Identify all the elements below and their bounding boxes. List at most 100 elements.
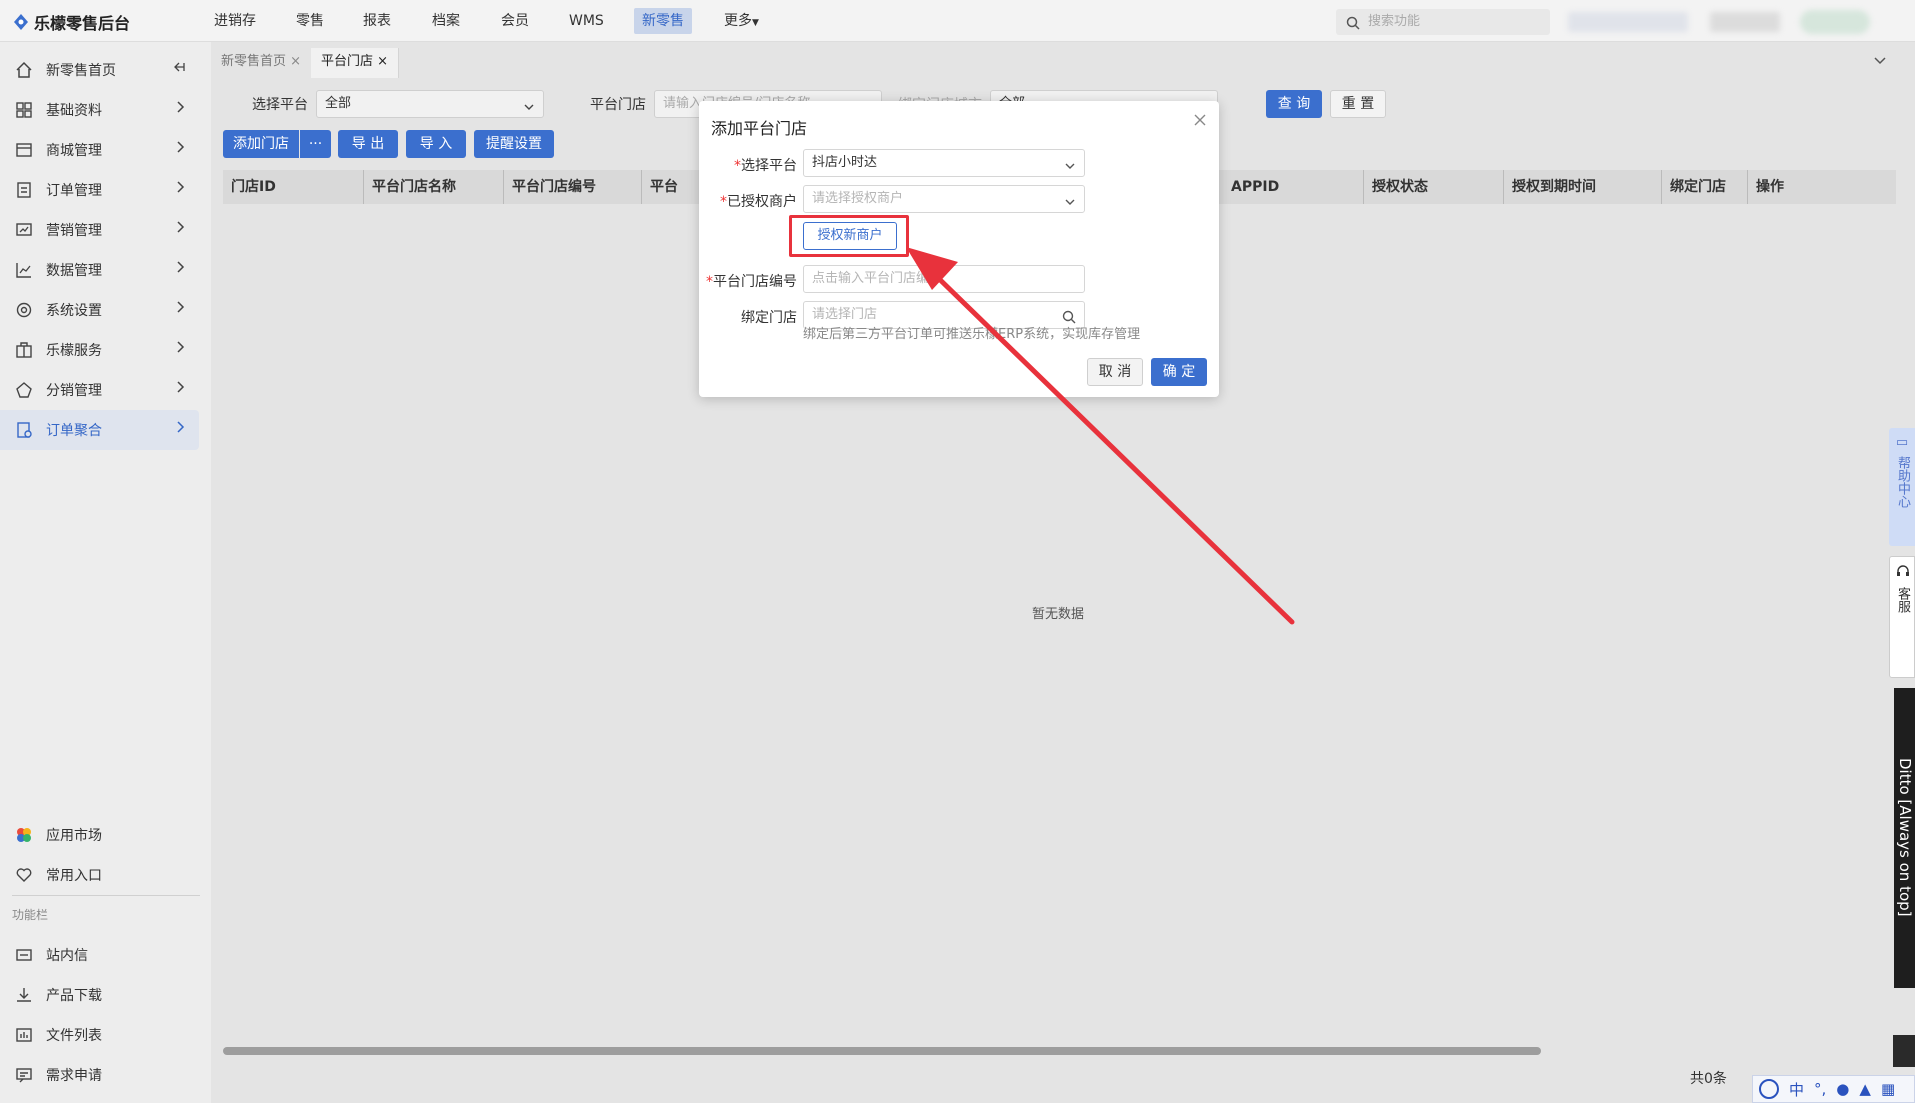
ditto-label: Ditto [Always on top] bbox=[1896, 758, 1914, 917]
annotation-highlight-box bbox=[789, 215, 909, 257]
close-icon[interactable] bbox=[1193, 113, 1207, 131]
grid-icon bbox=[14, 100, 34, 120]
sidebar-item-home[interactable]: 新零售首页 bbox=[0, 50, 211, 90]
sidebar-item-mall[interactable]: 商城管理 bbox=[0, 130, 211, 170]
sidebar-label: 营销管理 bbox=[46, 223, 102, 239]
nav-more-label: 更多 bbox=[724, 13, 752, 29]
more-actions-button[interactable]: ··· bbox=[300, 130, 331, 158]
sidebar-label: 分销管理 bbox=[46, 383, 102, 399]
chevron-right-icon bbox=[175, 260, 185, 278]
nav-jinxiaocun[interactable]: 进销存 bbox=[206, 0, 264, 42]
collapse-sidebar-icon[interactable] bbox=[171, 60, 185, 78]
column-header-auth-expiry: 授权到期时间 bbox=[1503, 170, 1596, 204]
ime-language-label[interactable]: 中 bbox=[1789, 1079, 1804, 1100]
export-button[interactable]: 导 出 bbox=[338, 130, 398, 158]
app-tray-icon[interactable] bbox=[1893, 1035, 1915, 1067]
horizontal-scrollbar[interactable] bbox=[223, 1047, 1541, 1055]
top-tools-blurred[interactable] bbox=[1710, 12, 1780, 32]
sidebar-label: 常用入口 bbox=[46, 868, 102, 884]
remind-settings-button[interactable]: 提醒设置 bbox=[474, 130, 554, 158]
user-avatar-blurred[interactable] bbox=[1800, 10, 1870, 34]
sidebar-item-service[interactable]: 乐檬服务 bbox=[0, 330, 211, 370]
sidebar-item-basic[interactable]: 基础资料 bbox=[0, 90, 211, 130]
sidebar-item-order-aggregate[interactable]: 订单聚合 bbox=[0, 410, 199, 450]
sidebar-label: 数据管理 bbox=[46, 263, 102, 279]
nav-huiyuan[interactable]: 会员 bbox=[493, 0, 537, 42]
platform-filter-select[interactable]: 全部 bbox=[316, 90, 544, 118]
column-header-appid: APPID bbox=[1231, 179, 1280, 195]
ditto-window-tab[interactable]: Ditto [Always on top] bbox=[1894, 688, 1915, 988]
close-icon[interactable]: × bbox=[377, 54, 388, 69]
add-store-button[interactable]: 添加门店 bbox=[223, 130, 299, 158]
sidebar-label: 产品下载 bbox=[46, 988, 102, 1004]
sidebar-item-request[interactable]: 需求申请 bbox=[0, 1055, 211, 1095]
sidebar-item-marketing[interactable]: 营销管理 bbox=[0, 210, 211, 250]
sidebar-label: 乐檬服务 bbox=[46, 343, 102, 359]
column-header-auth-status: 授权状态 bbox=[1363, 170, 1428, 204]
user-info-blurred[interactable] bbox=[1568, 12, 1688, 32]
tab-label: 新零售首页 bbox=[221, 54, 287, 69]
close-icon[interactable]: × bbox=[290, 54, 301, 69]
query-button[interactable]: 查 询 bbox=[1266, 90, 1322, 118]
customer-service-label: 客服 bbox=[1895, 587, 1910, 613]
merchant-field-label: *已授权商户 bbox=[720, 191, 797, 211]
sidebar-item-settings[interactable]: 系统设置 bbox=[0, 290, 211, 330]
column-header-actions: 操作 bbox=[1747, 170, 1784, 204]
app-market-icon bbox=[14, 825, 34, 845]
sidebar-label: 订单聚合 bbox=[46, 423, 102, 439]
microphone-icon[interactable]: ● bbox=[1836, 1080, 1849, 1098]
chevron-down-icon bbox=[1064, 156, 1076, 182]
sidebar-label: 站内信 bbox=[46, 948, 88, 964]
app-logo[interactable]: 乐檬零售后台 bbox=[14, 10, 130, 34]
sidebar-label: 商城管理 bbox=[46, 143, 102, 159]
reset-button[interactable]: 重 置 bbox=[1330, 90, 1386, 118]
help-center-tab[interactable]: ▭ 帮助中心 bbox=[1889, 428, 1915, 546]
store-no-input[interactable]: 点击输入平台门店编号 bbox=[803, 265, 1085, 293]
tab-platform-store[interactable]: 平台门店 × bbox=[311, 48, 400, 78]
nav-baobiao[interactable]: 报表 bbox=[355, 0, 399, 42]
merchant-select-placeholder: 请选择授权商户 bbox=[812, 191, 904, 206]
search-placeholder: 搜索功能 bbox=[1368, 14, 1421, 29]
nav-more[interactable]: 更多▼ bbox=[716, 0, 767, 42]
logo-icon bbox=[14, 14, 28, 30]
nav-dangan[interactable]: 档案 bbox=[424, 0, 468, 42]
chevron-right-icon bbox=[175, 380, 185, 398]
user-icon[interactable]: ▲ bbox=[1859, 1080, 1871, 1098]
sidebar-label: 订单管理 bbox=[46, 183, 102, 199]
tab-label: 平台门店 bbox=[321, 54, 374, 69]
sidebar-item-data[interactable]: 数据管理 bbox=[0, 250, 211, 290]
nav-xinlingshou[interactable]: 新零售 bbox=[634, 8, 692, 34]
nav-wms[interactable]: WMS bbox=[561, 0, 612, 42]
customer-service-tab[interactable]: 客服 bbox=[1889, 556, 1915, 678]
platform-select[interactable]: 抖店小时达 bbox=[803, 149, 1085, 177]
page-tabs: 新零售首页 × 平台门店 × bbox=[211, 48, 1891, 78]
sidebar-label: 需求申请 bbox=[46, 1068, 102, 1084]
cancel-button[interactable]: 取 消 bbox=[1087, 358, 1143, 386]
sidebar-item-favorites[interactable]: 常用入口 bbox=[0, 855, 211, 895]
column-header-platform-store-no: 平台门店编号 bbox=[503, 170, 596, 204]
tab-new-retail-home[interactable]: 新零售首页 × bbox=[211, 48, 313, 78]
sidebar-item-distribution[interactable]: 分销管理 bbox=[0, 370, 211, 410]
sidebar-item-file-list[interactable]: 文件列表 bbox=[0, 1015, 211, 1055]
search-input[interactable]: 搜索功能 bbox=[1336, 9, 1550, 35]
confirm-button[interactable]: 确 定 bbox=[1151, 358, 1207, 386]
shop-icon bbox=[14, 140, 34, 160]
chevron-down-icon bbox=[523, 97, 535, 123]
request-icon bbox=[14, 1065, 34, 1085]
store-no-field-label-text: 平台门店编号 bbox=[713, 274, 797, 290]
punctuation-icon[interactable]: °, bbox=[1814, 1080, 1826, 1098]
import-button[interactable]: 导 入 bbox=[406, 130, 466, 158]
grid-menu-icon[interactable]: ▦ bbox=[1881, 1080, 1895, 1098]
tabs-dropdown-icon[interactable] bbox=[1873, 54, 1887, 70]
nav-lingshou[interactable]: 零售 bbox=[288, 0, 332, 42]
merchant-select[interactable]: 请选择授权商户 bbox=[803, 185, 1085, 213]
chevron-right-icon bbox=[175, 140, 185, 158]
download-icon bbox=[14, 985, 34, 1005]
sidebar-item-download[interactable]: 产品下载 bbox=[0, 975, 211, 1015]
sidebar-item-orders[interactable]: 订单管理 bbox=[0, 170, 211, 210]
sidebar-item-inbox[interactable]: 站内信 bbox=[0, 935, 211, 975]
chevron-right-icon bbox=[175, 340, 185, 358]
ime-toolbar[interactable]: 中 °, ● ▲ ▦ bbox=[1752, 1075, 1915, 1103]
sidebar-item-app-market[interactable]: 应用市场 bbox=[0, 815, 211, 855]
caret-down-icon: ▼ bbox=[752, 18, 759, 28]
